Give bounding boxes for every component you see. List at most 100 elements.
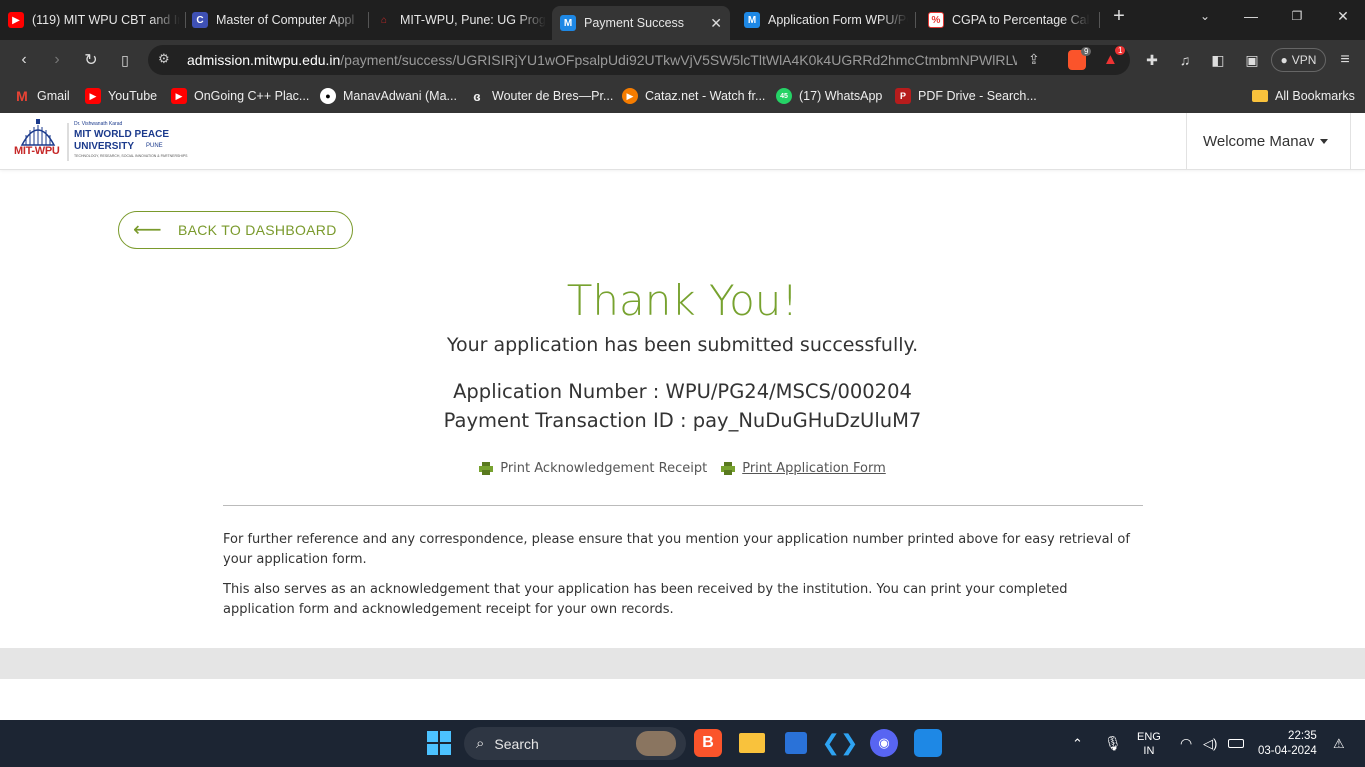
notification-icon[interactable]: ⚠ (1333, 720, 1345, 767)
bookmark-pdfdrive[interactable]: P PDF Drive - Search... (895, 87, 1037, 105)
bookmark-whatsapp[interactable]: 45 (17) WhatsApp (776, 87, 882, 105)
back-to-dashboard-button[interactable]: ⟵ BACK TO DASHBOARD (118, 211, 353, 249)
bookmark-gmail[interactable]: M Gmail (14, 87, 70, 105)
sidebar-icon[interactable]: ◧ (1206, 48, 1230, 72)
print-application-form-link[interactable]: Print Application Form (721, 461, 886, 476)
vpn-button[interactable]: ● VPN (1271, 48, 1326, 72)
discord-icon[interactable]: ◉ (870, 729, 898, 757)
all-bookmarks[interactable]: All Bookmarks (1252, 87, 1355, 105)
mitwpu-icon: M (744, 12, 760, 28)
bookmark-icon[interactable]: ▯ (113, 48, 137, 72)
search-highlight-icon (636, 731, 676, 756)
address-bar[interactable]: ⚙ admission.mitwpu.edu.in/payment/succes… (148, 45, 1130, 75)
tray-overflow-icon[interactable]: ⌃ (1072, 720, 1083, 767)
browser-tab[interactable]: ⌂ MIT-WPU, Pune: UG Progr (376, 6, 546, 34)
share-icon[interactable]: ⇪ (1028, 51, 1040, 68)
url-text[interactable]: admission.mitwpu.edu.in/payment/success/… (187, 52, 1017, 68)
youtube-icon: ▶ (171, 88, 187, 104)
print-links: Print Acknowledgement Receipt Print Appl… (0, 461, 1365, 476)
welcome-dropdown[interactable]: Welcome Manav (1186, 113, 1351, 170)
tab-title: MIT-WPU, Pune: UG Progr (400, 13, 546, 27)
url-host: admission.mitwpu.edu.in (187, 52, 341, 68)
close-window-icon[interactable]: ✕ (1320, 0, 1365, 32)
bookmark-cataz[interactable]: ▶ Cataz.net - Watch fr... (622, 87, 765, 105)
browser-tab[interactable]: M Application Form WPU/PC (744, 6, 908, 34)
extensions-icon[interactable]: ✚ (1140, 48, 1164, 72)
vscode-icon[interactable]: ❮❯ (822, 729, 859, 757)
windows-start-icon[interactable] (425, 729, 453, 757)
tab-search-icon[interactable]: ⌄ (1182, 0, 1228, 32)
tab-title: Master of Computer Appl (216, 13, 355, 27)
thank-you-heading: Thank You! (566, 276, 799, 325)
tab-title: Payment Success (584, 16, 685, 30)
mitwpu-icon: ⌂ (380, 14, 388, 26)
print-receipt-link[interactable]: Print Acknowledgement Receipt (479, 461, 707, 476)
forward-icon[interactable]: › (45, 48, 69, 72)
bookmark-youtube[interactable]: ▶ YouTube (85, 87, 157, 105)
tab-title: CGPA to Percentage Calcu (952, 13, 1090, 27)
brave-taskbar-icon[interactable]: B (694, 729, 722, 757)
acknowledgement-note: This also serves as an acknowledgement t… (223, 582, 1068, 617)
menu-icon[interactable]: ≡ (1333, 48, 1357, 72)
browser-tab-active[interactable]: M Payment Success ✕ (552, 6, 730, 40)
media-icon[interactable]: ♫ (1173, 48, 1197, 72)
butterfly-icon: ɞ (473, 88, 481, 104)
reload-icon[interactable]: ↻ (79, 48, 103, 72)
new-tab-button[interactable]: + (1096, 0, 1142, 32)
success-message: Your application has been submitted succ… (446, 334, 919, 356)
url-path: /payment/success/UGRISIRjYU1wOFpsalpUdi9… (340, 52, 1017, 68)
bookmarks-bar: M Gmail ▶ YouTube ▶ OnGoing C++ Plac... ● Ma… (0, 80, 1365, 113)
back-label: BACK TO DASHBOARD (177, 222, 337, 238)
tab-title: (119) MIT WPU CBT and Ir (32, 13, 180, 27)
logo-city: PUNE (146, 143, 163, 149)
bookmark-wouter[interactable]: ɞ Wouter de Bres—Pr... (469, 87, 613, 105)
shields-badge: 9 (1081, 47, 1092, 56)
logo-name-2: UNIVERSITY (74, 141, 135, 152)
logo-tagline: TECHNOLOGY, RESEARCH, SOCIAL INNOVATION … (74, 154, 188, 158)
browser-tab[interactable]: C Master of Computer Appl (192, 6, 362, 34)
reference-note: For further reference and any correspond… (223, 532, 1130, 567)
mitwpu-logo[interactable]: MIT-WPU Dr. Vishwanath Karad MIT WORLD P… (14, 119, 188, 165)
battery-icon[interactable] (1228, 720, 1244, 767)
browser-tab[interactable]: ▶ (119) MIT WPU CBT and Ir (8, 6, 180, 34)
bookmark-github[interactable]: ● ManavAdwani (Ma... (320, 87, 457, 105)
youtube-icon: ▶ (8, 12, 24, 28)
folder-icon (1252, 90, 1268, 102)
language-indicator[interactable]: ENG IN (1137, 720, 1161, 767)
search-label: Search (494, 735, 539, 752)
github-icon: ● (320, 88, 336, 104)
welcome-label: Welcome Manav (1203, 133, 1315, 150)
photos-icon[interactable] (914, 729, 942, 757)
pdf-icon: P (895, 88, 911, 104)
printer-icon (721, 462, 736, 475)
site-header: MIT-WPU Dr. Vishwanath Karad MIT WORLD P… (0, 113, 1365, 170)
browser-tab[interactable]: % CGPA to Percentage Calcu (928, 6, 1090, 34)
restore-icon[interactable]: ❐ (1274, 0, 1320, 32)
browser-tab-strip: ▶ (119) MIT WPU CBT and Ir C Master of C… (0, 0, 1365, 40)
wifi-icon[interactable]: ◠ (1180, 720, 1192, 767)
taskbar-search[interactable]: ⌕ Search (464, 727, 686, 760)
wallet-icon[interactable]: ▣ (1240, 48, 1264, 72)
logo-name-1: MIT WORLD PEACE (74, 129, 169, 140)
whatsapp-icon: 45 (776, 88, 792, 104)
rewards-badge: 1 (1115, 46, 1126, 55)
tab-title: Application Form WPU/PC (768, 13, 908, 27)
site-info-icon[interactable]: ⚙ (158, 51, 170, 67)
search-icon: ⌕ (476, 735, 485, 752)
back-icon[interactable]: ‹ (12, 48, 36, 72)
volume-icon[interactable]: ◁) (1203, 720, 1217, 767)
logo-founder: Dr. Vishwanath Karad (74, 121, 123, 127)
caret-down-icon (1320, 139, 1329, 144)
address-toolbar: ‹ › ↻ ▯ ⚙ admission.mitwpu.edu.in/paymen… (0, 40, 1365, 80)
file-explorer-icon[interactable] (738, 729, 766, 757)
c-icon: C (192, 12, 208, 28)
microphone-icon[interactable]: 🎙 (1104, 720, 1122, 767)
store-icon[interactable] (782, 729, 810, 757)
clock[interactable]: 22:35 03-04-2024 (1258, 720, 1317, 767)
play-icon: ▶ (622, 88, 638, 104)
footer-strip (0, 648, 1365, 679)
bookmark-ongoing[interactable]: ▶ OnGoing C++ Plac... (171, 87, 309, 105)
payment-transaction-id: Payment Transaction ID : pay_NuDuGHuDzUl… (443, 409, 922, 432)
close-icon[interactable]: ✕ (710, 15, 722, 32)
minimize-icon[interactable]: — (1228, 0, 1274, 32)
